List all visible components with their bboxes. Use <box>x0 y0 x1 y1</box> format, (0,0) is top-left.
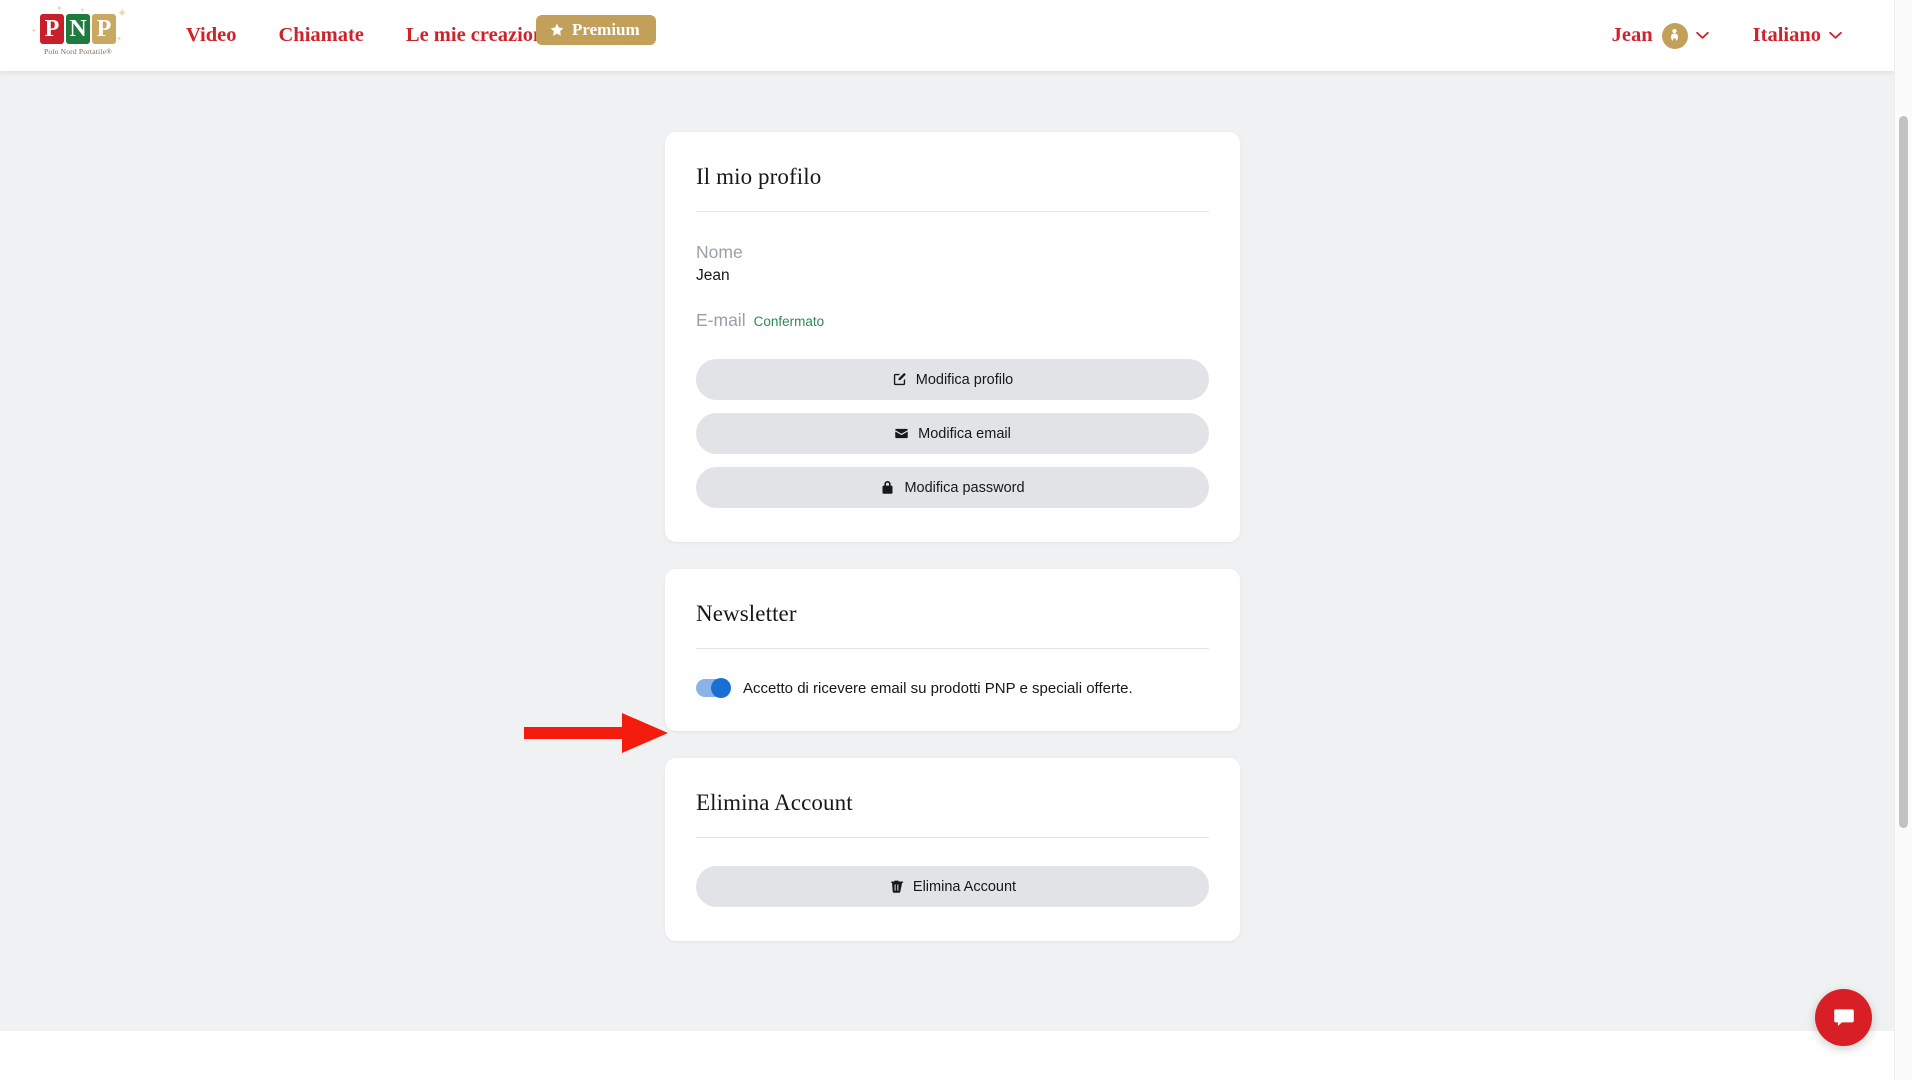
chevron-down-icon <box>1829 31 1842 39</box>
toggle-knob <box>711 678 731 698</box>
newsletter-card-title: Newsletter <box>696 601 797 626</box>
chat-bubble-icon <box>1833 1008 1854 1026</box>
divider <box>696 648 1209 649</box>
envelope-icon <box>895 428 908 439</box>
email-field-row: E-mail Confermato <box>696 310 1209 331</box>
newsletter-card: Newsletter Accetto di ricevere email su … <box>665 569 1240 731</box>
sparkle-icon: ✦ <box>116 6 127 20</box>
star-icon <box>550 23 564 36</box>
trash-icon <box>890 880 904 893</box>
profile-card: Il mio profilo Nome Jean E-mail Conferma… <box>665 132 1240 542</box>
email-field-label: E-mail <box>696 310 746 330</box>
sparkle-icon: ✦ <box>56 4 63 13</box>
edit-profile-label: Modifica profilo <box>915 371 1014 388</box>
page-scrollbar[interactable] <box>1894 0 1912 1080</box>
chat-widget-button[interactable] <box>1815 989 1872 1046</box>
name-field-label: Nome <box>696 242 743 262</box>
edit-profile-button[interactable]: Modifica profilo <box>696 359 1209 400</box>
nav-video[interactable]: Video <box>165 24 258 47</box>
language-label: Italiano <box>1752 24 1821 46</box>
lock-icon <box>882 480 893 494</box>
account-menu[interactable]: Jean <box>1611 22 1709 49</box>
page-root: ✦ ✦ ✦ ✦ ✦ P N P Polo Nord Portatile® Vid… <box>0 0 1920 1080</box>
chevron-down-icon <box>1695 31 1709 39</box>
account-name: Jean <box>1611 24 1653 46</box>
profile-card-title: Il mio profilo <box>696 164 822 189</box>
logo-tiles: ✦ ✦ ✦ ✦ ✦ P N P <box>31 5 127 44</box>
delete-account-card-title: Elimina Account <box>696 790 853 815</box>
header-right-group: Jean Italiano <box>1612 0 1842 71</box>
site-header: ✦ ✦ ✦ ✦ ✦ P N P Polo Nord Portatile® Vid… <box>0 0 1894 71</box>
edit-password-button[interactable]: Modifica password <box>696 467 1209 508</box>
sparkle-icon: ✦ <box>31 28 37 35</box>
delete-account-button[interactable]: Elimina Account <box>696 866 1209 907</box>
divider <box>696 211 1209 212</box>
delete-account-label: Elimina Account <box>912 878 1017 895</box>
divider <box>696 837 1209 838</box>
nav-chiamate[interactable]: Chiamate <box>258 24 385 47</box>
newsletter-toggle-label: Accetto di ricevere email su prodotti PN… <box>743 679 1133 697</box>
right-gutter <box>1912 0 1920 1080</box>
sparkle-icon: ✦ <box>116 36 122 43</box>
premium-button[interactable]: Premium <box>536 15 656 45</box>
main-navigation: Video Chiamate Le mie creazioni <box>165 0 571 71</box>
scrollbar-thumb[interactable] <box>1899 116 1908 828</box>
logo-letter-p2: P <box>92 14 116 44</box>
user-avatar-icon <box>1661 22 1688 49</box>
newsletter-toggle-row: Accetto di ricevere email su prodotti PN… <box>696 678 1209 698</box>
email-confirmed-badge: Confermato <box>753 314 825 329</box>
delete-account-card: Elimina Account Elimina Account <box>665 758 1240 941</box>
edit-password-label: Modifica password <box>904 479 1025 496</box>
elf-figure-icon <box>1671 28 1679 41</box>
edit-pencil-icon <box>893 373 906 386</box>
language-menu[interactable]: Italiano <box>1753 24 1842 47</box>
settings-cards: Il mio profilo Nome Jean E-mail Conferma… <box>665 132 1240 968</box>
newsletter-toggle[interactable] <box>696 678 731 698</box>
edit-email-label: Modifica email <box>918 425 1011 442</box>
logo-letter-p1: P <box>40 14 64 44</box>
edit-email-button[interactable]: Modifica email <box>696 413 1209 454</box>
delete-actions: Elimina Account <box>696 866 1209 907</box>
main-content: Il mio profilo Nome Jean E-mail Conferma… <box>0 71 1894 1031</box>
pnp-logo[interactable]: ✦ ✦ ✦ ✦ ✦ P N P Polo Nord Portatile® <box>30 5 127 64</box>
premium-button-label: Premium <box>572 20 640 39</box>
profile-actions: Modifica profilo Modifica email Modifica… <box>696 359 1209 508</box>
logo-letter-n: N <box>66 14 90 44</box>
logo-tagline: Polo Nord Portatile® <box>43 47 113 56</box>
name-field-value: Jean <box>696 267 730 284</box>
